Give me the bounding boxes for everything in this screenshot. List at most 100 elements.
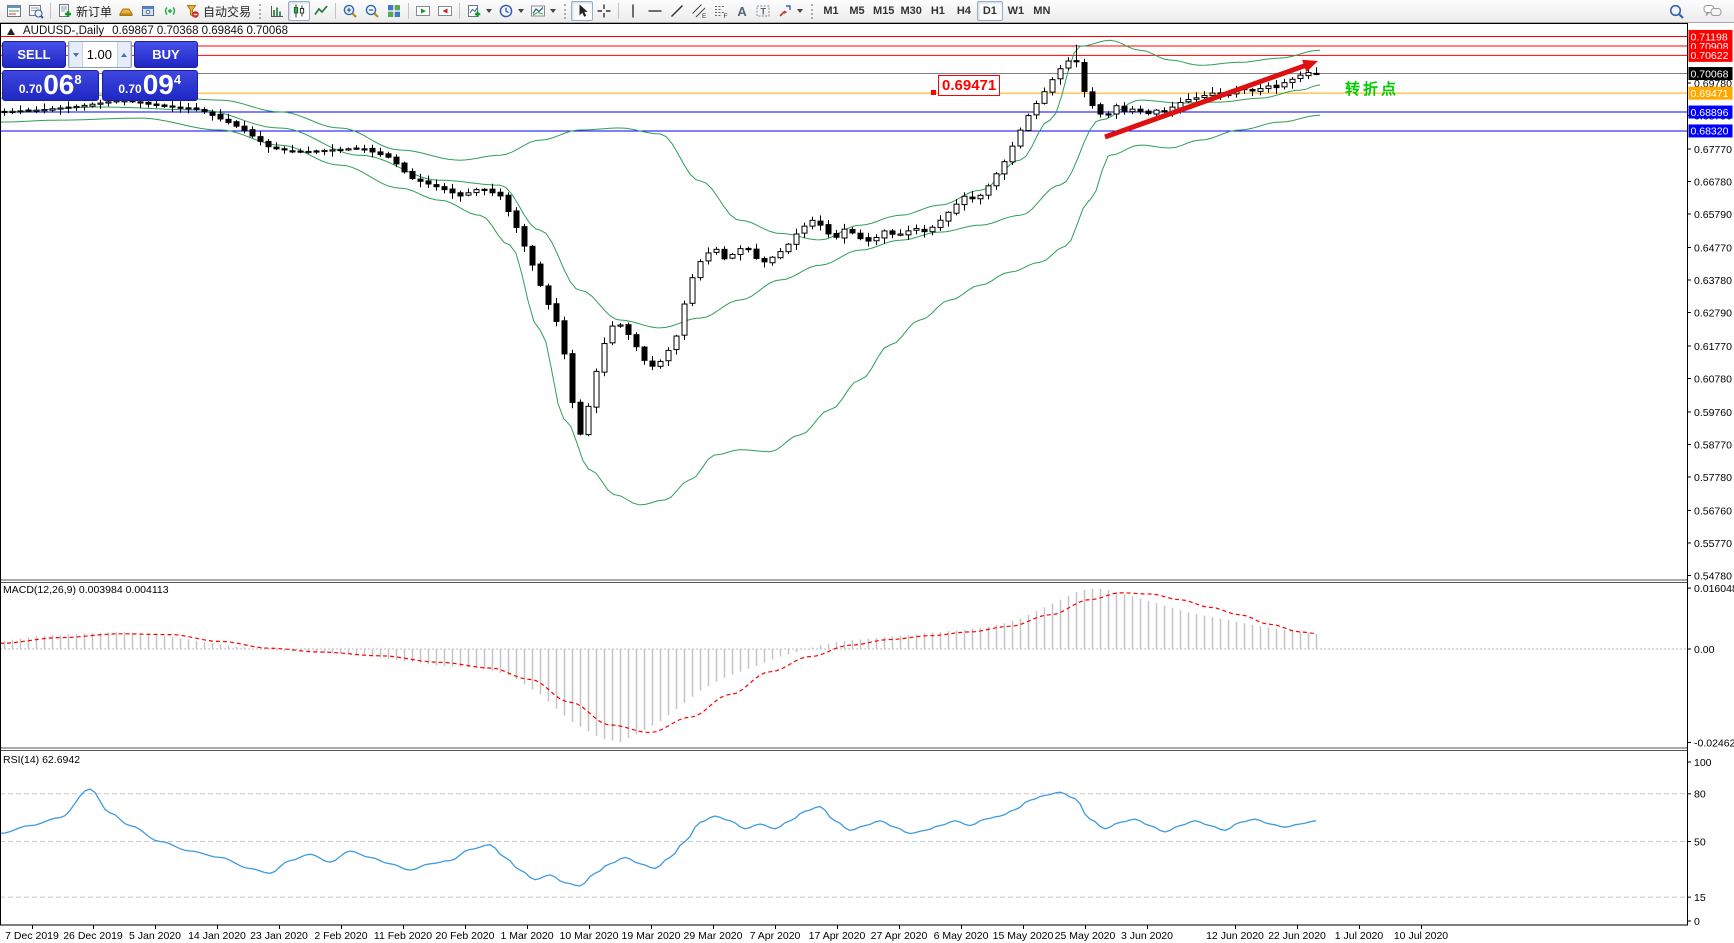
trendline-button[interactable] xyxy=(666,1,688,21)
sell-price[interactable]: 0.70 06 8 xyxy=(2,70,99,101)
text-button[interactable]: A xyxy=(732,1,752,21)
svg-text:0: 0 xyxy=(1694,916,1700,928)
svg-text:0.63780: 0.63780 xyxy=(1694,275,1732,287)
timeframe-button-m15[interactable]: M15 xyxy=(870,1,897,21)
chat-button[interactable] xyxy=(1700,1,1726,21)
auto-scroll-button[interactable] xyxy=(412,1,434,21)
autotrading-label: 自动交易 xyxy=(203,3,251,20)
svg-text:0.62790: 0.62790 xyxy=(1694,307,1732,319)
chevron-down-icon xyxy=(518,9,524,13)
line-chart-icon xyxy=(313,3,329,19)
mt4-window: 新订单 自动交易 E F A T xyxy=(0,0,1734,943)
sell-price-big: 06 xyxy=(43,74,74,97)
svg-text:0.58770: 0.58770 xyxy=(1694,439,1732,451)
data-window-icon xyxy=(28,3,44,19)
signals-icon xyxy=(162,3,178,19)
timeframe-button-mn[interactable]: MN xyxy=(1029,1,1055,21)
timeframe-button-h1[interactable]: H1 xyxy=(925,1,951,21)
periods-button[interactable] xyxy=(495,1,527,21)
caret-down-icon xyxy=(73,53,79,57)
indicators-icon xyxy=(466,3,482,19)
candlestick-button[interactable] xyxy=(288,1,310,21)
svg-text:0.65790: 0.65790 xyxy=(1694,209,1732,221)
autotrading-button[interactable]: 自动交易 xyxy=(181,1,254,21)
svg-text:100: 100 xyxy=(1694,757,1712,769)
timeframe-button-w1[interactable]: W1 xyxy=(1003,1,1029,21)
rsi-panel: RSI(14) 62.6942 xyxy=(0,754,1687,897)
buy-button[interactable]: BUY xyxy=(134,41,198,68)
volume-input[interactable] xyxy=(83,42,117,67)
navigator-button[interactable] xyxy=(137,1,159,21)
sell-button[interactable]: SELL xyxy=(2,41,66,68)
horizontal-line-button[interactable] xyxy=(644,1,666,21)
svg-text:0.70622: 0.70622 xyxy=(1691,50,1729,62)
price-level-flag[interactable]: 0.69471 xyxy=(938,75,1000,96)
chart-annotation[interactable]: 转折点 xyxy=(1345,78,1399,99)
new-order-button[interactable]: 新订单 xyxy=(54,1,115,21)
toolbar-separator xyxy=(459,3,460,19)
svg-text:7 Dec 2019: 7 Dec 2019 xyxy=(5,930,59,942)
volume-control xyxy=(68,41,132,68)
svg-text:7 Apr 2020: 7 Apr 2020 xyxy=(750,930,801,942)
svg-text:1 Mar 2020: 1 Mar 2020 xyxy=(500,930,553,942)
templates-button[interactable] xyxy=(527,1,559,21)
chart-canvas[interactable]: MACD(12,26,9) 0.003984 0.004113 RSI(14) 6… xyxy=(0,23,1734,943)
date-axis: 7 Dec 201926 Dec 20195 Jan 202014 Jan 20… xyxy=(5,925,1448,942)
vertical-line-button[interactable] xyxy=(622,1,644,21)
shapes-button[interactable] xyxy=(774,1,806,21)
channel-icon: E xyxy=(691,3,707,19)
periods-icon xyxy=(498,3,514,19)
svg-text:0.59760: 0.59760 xyxy=(1694,407,1732,419)
market-watch-icon xyxy=(6,3,22,19)
sell-price-small: 0.70 xyxy=(19,83,42,95)
line-chart-button[interactable] xyxy=(310,1,332,21)
zoom-out-button[interactable] xyxy=(361,1,383,21)
one-click-trading-panel: SELL BUY 0.70 06 8 0.70 09 4 xyxy=(2,41,198,101)
svg-text:27 Apr 2020: 27 Apr 2020 xyxy=(871,930,928,942)
svg-text:RSI(14) 62.6942: RSI(14) 62.6942 xyxy=(3,754,80,766)
svg-text:3 Jun 2020: 3 Jun 2020 xyxy=(1121,930,1173,942)
svg-text:15 May 2020: 15 May 2020 xyxy=(993,930,1054,942)
bar-chart-button[interactable] xyxy=(266,1,288,21)
svg-text:0.61770: 0.61770 xyxy=(1694,341,1732,353)
horizontal-line-icon xyxy=(647,3,663,19)
timeframe-button-m1[interactable]: M1 xyxy=(818,1,844,21)
svg-text:0.56760: 0.56760 xyxy=(1694,505,1732,517)
chart-shift-icon xyxy=(437,3,453,19)
timeframe-button-m30[interactable]: M30 xyxy=(897,1,924,21)
data-window-button[interactable] xyxy=(25,1,47,21)
macd-panel: MACD(12,26,9) 0.003984 0.004113 xyxy=(0,584,1687,742)
crosshair-button[interactable] xyxy=(593,1,615,21)
svg-text:0.71198: 0.71198 xyxy=(1691,31,1728,43)
zoom-in-button[interactable] xyxy=(339,1,361,21)
timeframe-button-m5[interactable]: M5 xyxy=(844,1,870,21)
timeframe-button-h4[interactable]: H4 xyxy=(951,1,977,21)
collapse-panel-icon[interactable] xyxy=(7,28,15,35)
zoom-out-icon xyxy=(364,3,380,19)
line-drag-handle-icon[interactable] xyxy=(931,90,936,95)
fibonacci-button[interactable]: F xyxy=(710,1,732,21)
signals-button[interactable] xyxy=(159,1,181,21)
fibonacci-icon: F xyxy=(713,3,729,19)
price-scale: 0.697800.687900.677700.667800.657900.647… xyxy=(1687,30,1734,928)
svg-text:15: 15 xyxy=(1694,892,1706,904)
volume-decrease-button[interactable] xyxy=(69,42,83,67)
timeframe-button-d1[interactable]: D1 xyxy=(977,1,1003,21)
buy-price[interactable]: 0.70 09 4 xyxy=(102,70,199,101)
indicators-button[interactable] xyxy=(463,1,495,21)
volume-increase-button[interactable] xyxy=(117,42,131,67)
caret-up-icon xyxy=(121,53,127,57)
channel-button[interactable]: E xyxy=(688,1,710,21)
market-watch-button[interactable] xyxy=(3,1,25,21)
label-button[interactable]: T xyxy=(752,1,774,21)
search-button[interactable] xyxy=(1665,1,1688,21)
chat-icon xyxy=(1703,3,1723,19)
tile-windows-button[interactable] xyxy=(383,1,405,21)
toolbar-grip xyxy=(259,4,261,19)
cursor-button[interactable] xyxy=(571,1,593,21)
new-order-icon xyxy=(57,3,73,19)
chart-shift-button[interactable] xyxy=(434,1,456,21)
chart-title-ohlc: 0.69867 0.70368 0.69846 0.70068 xyxy=(112,25,288,37)
gold-bar-button[interactable] xyxy=(115,1,137,21)
auto-scroll-icon xyxy=(415,3,431,19)
